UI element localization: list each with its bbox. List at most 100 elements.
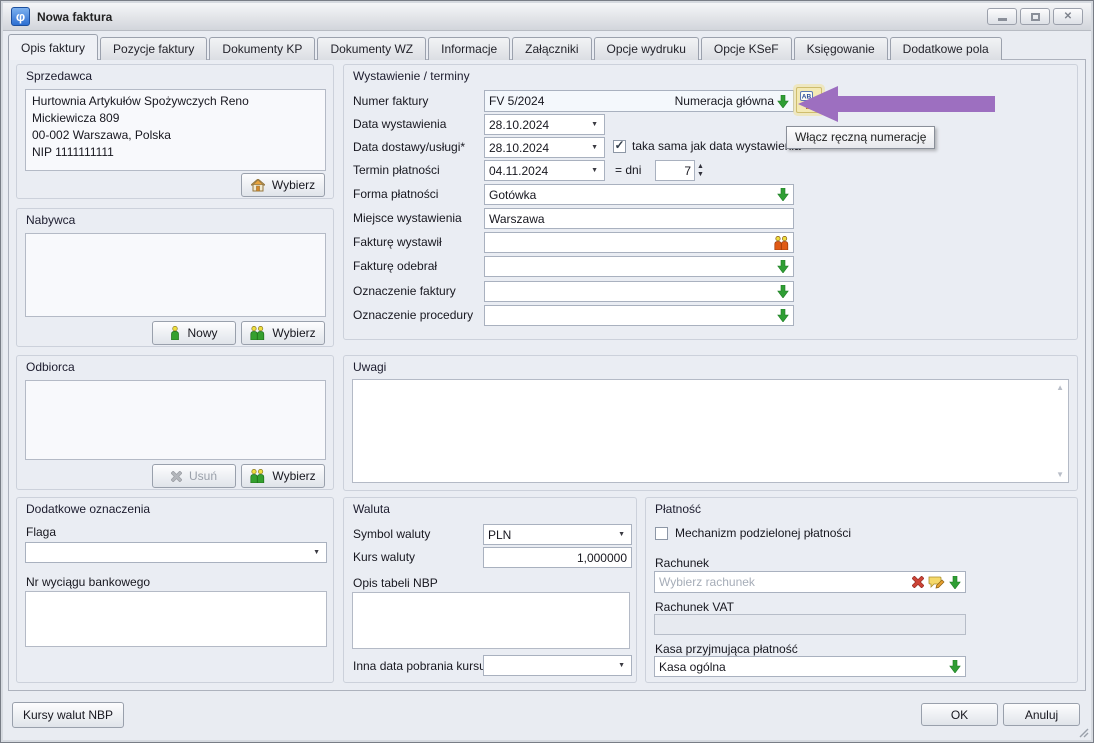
green-arrow-down-icon[interactable] bbox=[777, 309, 789, 322]
account-field[interactable]: Wybierz rachunek bbox=[654, 571, 966, 593]
seller-choose-button[interactable]: Wybierz bbox=[241, 173, 325, 197]
delivery-date-dropdown[interactable]: 28.10.2024 ▼ bbox=[484, 137, 605, 158]
payment-form-dropdown[interactable]: Gotówka bbox=[484, 184, 794, 205]
invoice-number-label: Numer faktury bbox=[353, 94, 428, 108]
cash-register-label: Kasa przyjmująca płatność bbox=[655, 642, 798, 656]
scroll-up-icon[interactable]: ▲ bbox=[1056, 383, 1064, 392]
days-value[interactable]: 7 bbox=[655, 160, 695, 181]
green-arrow-down-icon[interactable] bbox=[777, 95, 789, 108]
bank-statement-input[interactable] bbox=[25, 591, 327, 647]
minimize-button[interactable] bbox=[987, 8, 1017, 25]
chevron-down-icon[interactable]: ▼ bbox=[589, 144, 600, 151]
payment-form-value: Gotówka bbox=[489, 188, 536, 202]
invoice-marking-dropdown[interactable] bbox=[484, 281, 794, 302]
tab-ksiegowanie[interactable]: Księgowanie bbox=[794, 37, 888, 60]
green-arrow-down-icon[interactable] bbox=[777, 188, 789, 201]
chevron-down-icon[interactable]: ▼ bbox=[589, 121, 600, 128]
tab-opcje-ksef[interactable]: Opcje KSeF bbox=[701, 37, 792, 60]
chevron-down-icon[interactable]: ▼ bbox=[616, 531, 627, 538]
seller-street: Mickiewicza 809 bbox=[26, 110, 325, 127]
same-date-checkbox[interactable]: ✓ bbox=[613, 140, 626, 153]
ok-label: OK bbox=[951, 708, 968, 722]
cancel-button[interactable]: Anuluj bbox=[1003, 703, 1080, 726]
payment-group: Płatność Mechanizm podzielonej płatności… bbox=[645, 497, 1078, 683]
tab-opcje-wydruku[interactable]: Opcje wydruku bbox=[594, 37, 699, 60]
due-date-value: 04.11.2024 bbox=[489, 164, 548, 178]
nbp-table-input[interactable] bbox=[352, 592, 630, 649]
green-arrow-down-icon[interactable] bbox=[777, 285, 789, 298]
buyer-new-button[interactable]: Nowy bbox=[152, 321, 236, 345]
issued-by-field[interactable] bbox=[484, 232, 794, 253]
tab-dokumenty-wz[interactable]: Dokumenty WZ bbox=[317, 37, 426, 60]
cancel-label: Anuluj bbox=[1025, 708, 1058, 722]
buyer-choose-button[interactable]: Wybierz bbox=[241, 321, 325, 345]
maximize-button[interactable] bbox=[1020, 8, 1050, 25]
extra-markings-group: Dodatkowe oznaczenia Flaga ▼ Nr wyciągu … bbox=[16, 497, 334, 683]
flag-dropdown[interactable]: ▼ bbox=[25, 542, 327, 563]
notes-input[interactable]: ▲ ▼ bbox=[352, 379, 1069, 483]
green-arrow-down-icon[interactable] bbox=[949, 660, 961, 673]
cash-register-dropdown[interactable]: Kasa ogólna bbox=[654, 656, 966, 677]
due-date-dropdown[interactable]: 04.11.2024 ▼ bbox=[484, 160, 605, 181]
other-rate-date-dropdown[interactable]: ▼ bbox=[483, 655, 632, 676]
nbp-rates-button[interactable]: Kursy walut NBP bbox=[12, 702, 124, 728]
seller-group-title: Sprzedawca bbox=[26, 69, 92, 83]
tab-dodatkowe-pola[interactable]: Dodatkowe pola bbox=[890, 37, 1002, 60]
issue-terms-title: Wystawienie / terminy bbox=[353, 69, 470, 83]
currency-title: Waluta bbox=[353, 502, 390, 516]
buyer-info-box bbox=[25, 233, 326, 317]
chevron-down-icon[interactable]: ▼ bbox=[311, 549, 322, 556]
issue-place-label: Miejsce wystawienia bbox=[353, 211, 462, 225]
green-arrow-down-icon[interactable] bbox=[949, 576, 961, 589]
procedure-marking-dropdown[interactable] bbox=[484, 305, 794, 326]
spin-down-icon[interactable]: ▼ bbox=[697, 171, 704, 179]
recipient-group-title: Odbiorca bbox=[26, 360, 75, 374]
tab-zalaczniki[interactable]: Załączniki bbox=[512, 37, 591, 60]
currency-rate-value: 1,000000 bbox=[577, 551, 627, 565]
people-orange-icon[interactable] bbox=[774, 236, 789, 250]
window-title: Nowa faktura bbox=[37, 10, 112, 24]
issue-date-dropdown[interactable]: 28.10.2024 ▼ bbox=[484, 114, 605, 135]
invoice-number-field[interactable]: FV 5/2024 Numeracja główna bbox=[484, 90, 794, 112]
recipient-info-box bbox=[25, 380, 326, 460]
people-icon bbox=[250, 469, 265, 483]
tooltip-text: Włącz ręczną numerację bbox=[795, 130, 926, 144]
resize-grip[interactable] bbox=[1077, 726, 1089, 738]
recipient-choose-label: Wybierz bbox=[272, 469, 315, 483]
seller-info-box: Hurtownia Artykułów Spożywczych Reno Mic… bbox=[25, 89, 326, 171]
nbp-rates-label: Kursy walut NBP bbox=[23, 708, 113, 722]
currency-rate-label: Kurs waluty bbox=[353, 550, 415, 564]
recipient-choose-button[interactable]: Wybierz bbox=[241, 464, 325, 488]
green-arrow-down-icon[interactable] bbox=[777, 260, 789, 273]
spin-up-icon[interactable]: ▲ bbox=[697, 163, 704, 171]
flag-label: Flaga bbox=[26, 525, 56, 539]
payment-title: Płatność bbox=[655, 502, 701, 516]
scroll-down-icon[interactable]: ▼ bbox=[1056, 470, 1064, 479]
chevron-down-icon[interactable]: ▼ bbox=[616, 662, 627, 669]
issue-place-field[interactable]: Warszawa bbox=[484, 208, 794, 229]
recipient-delete-button[interactable]: Usuń bbox=[152, 464, 236, 488]
person-icon bbox=[170, 326, 180, 340]
close-button[interactable]: ✕ bbox=[1053, 8, 1083, 25]
extra-markings-title: Dodatkowe oznaczenia bbox=[26, 502, 150, 516]
ok-button[interactable]: OK bbox=[921, 703, 998, 726]
seller-nip: NIP 1111111111 bbox=[26, 144, 325, 161]
bank-statement-label: Nr wyciągu bankowego bbox=[26, 575, 150, 589]
tab-informacje[interactable]: Informacje bbox=[428, 37, 510, 60]
tab-opis-faktury[interactable]: Opis faktury bbox=[8, 34, 98, 60]
same-date-checkbox-label: taka sama jak data wystawienia bbox=[632, 139, 801, 153]
clear-x-icon[interactable] bbox=[912, 576, 924, 588]
buyer-group-title: Nabywca bbox=[26, 213, 75, 227]
received-by-label: Fakturę odebrał bbox=[353, 259, 437, 273]
days-spinner[interactable]: 7 ▲ ▼ bbox=[655, 160, 704, 181]
split-payment-checkbox[interactable] bbox=[655, 527, 668, 540]
tab-pozycje-faktury[interactable]: Pozycje faktury bbox=[100, 37, 207, 60]
chevron-down-icon[interactable]: ▼ bbox=[589, 167, 600, 174]
edit-note-icon[interactable] bbox=[928, 576, 945, 589]
account-label: Rachunek bbox=[655, 556, 709, 570]
same-date-row: ✓ taka sama jak data wystawienia bbox=[613, 139, 801, 153]
currency-rate-field[interactable]: 1,000000 bbox=[483, 547, 632, 568]
received-by-dropdown[interactable] bbox=[484, 256, 794, 277]
currency-symbol-dropdown[interactable]: PLN ▼ bbox=[483, 524, 632, 545]
tab-dokumenty-kp[interactable]: Dokumenty KP bbox=[209, 37, 315, 60]
